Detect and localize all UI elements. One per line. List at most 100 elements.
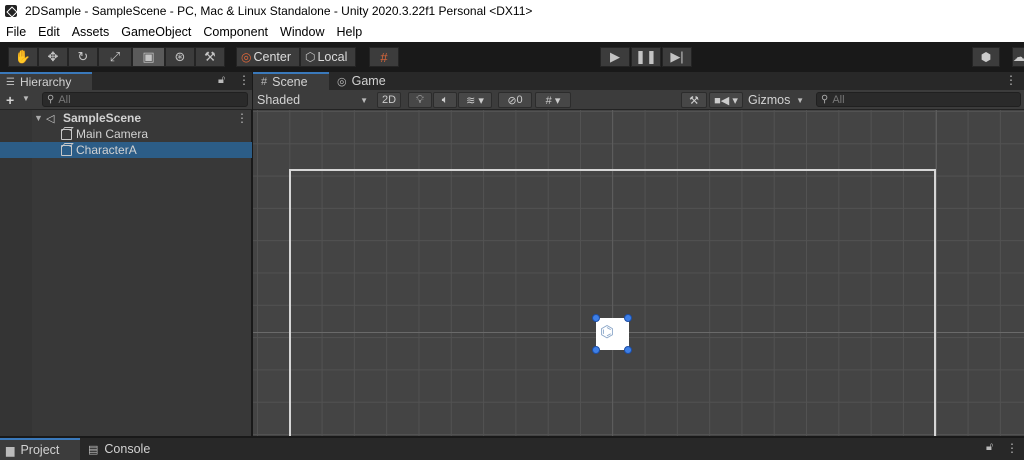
menu-window[interactable]: Window xyxy=(274,25,330,39)
hierarchy-item-label: Main Camera xyxy=(76,127,149,141)
lock-icon[interactable]: 🔓︎ xyxy=(986,441,993,454)
hierarchy-gutter xyxy=(0,110,32,436)
resize-handle-bottom-left[interactable] xyxy=(592,346,600,354)
move-icon: ✥ xyxy=(47,49,59,64)
local-cube-icon: ⬡ xyxy=(305,50,316,64)
scene-controls-bar: Shaded ▼ 2D 💡︎ 🔈︎ ≋ ▾ ⊘ 0 # ▾ ⚒ ■◀ ▾ Giz… xyxy=(253,90,1024,110)
expand-arrow-icon[interactable]: ▼ xyxy=(34,113,43,123)
menu-help[interactable]: Help xyxy=(330,25,368,39)
more-options-icon[interactable]: ⋮ xyxy=(1006,441,1018,455)
effects-dropdown[interactable]: ≋ ▾ xyxy=(458,92,492,108)
play-button[interactable]: ▶ xyxy=(600,47,630,67)
gameobject-cube-icon xyxy=(61,128,72,140)
window-title-bar: 2DSample - SampleScene - PC, Mac & Linux… xyxy=(0,0,1024,22)
hierarchy-item-label: CharacterA xyxy=(76,143,137,157)
eye-slash-icon: ⊘ xyxy=(507,94,517,107)
pause-button[interactable]: ❚❚ xyxy=(631,47,661,67)
speaker-icon: 🔈︎ xyxy=(441,93,449,106)
pivot-local-button[interactable]: ⬡ Local xyxy=(300,47,356,67)
custom-tool-button[interactable]: ⚒ xyxy=(195,47,225,67)
tools-button[interactable]: ⚒ xyxy=(681,92,707,108)
audio-toggle-button[interactable]: 🔈︎ xyxy=(433,92,457,108)
grid-dropdown[interactable]: # ▾ xyxy=(535,92,571,108)
add-object-button[interactable]: + xyxy=(6,92,14,108)
rect-icon: ▣ xyxy=(142,49,155,64)
shading-mode-value: Shaded xyxy=(257,93,301,107)
toggle-2d-button[interactable]: 2D xyxy=(377,92,401,108)
hierarchy-tab-bar: ☰ Hierarchy 🔓︎ ⋮ xyxy=(0,72,252,90)
menu-assets[interactable]: Assets xyxy=(66,25,116,39)
console-tab-label: Console xyxy=(104,442,151,456)
pivot-label: Center xyxy=(253,50,292,64)
tab-console[interactable]: ▤ Console xyxy=(82,438,162,460)
menu-gameobject[interactable]: GameObject xyxy=(115,25,197,39)
grid-snap-icon: # xyxy=(380,49,388,65)
more-options-icon[interactable]: ⋮ xyxy=(238,73,250,87)
gamepad-icon: ◎ xyxy=(337,75,347,88)
hierarchy-search-input[interactable]: ⚲ All xyxy=(42,92,248,107)
resize-handle-bottom-right[interactable] xyxy=(624,346,632,354)
hierarchy-tab-label: Hierarchy xyxy=(19,75,72,89)
sprite-gizmo-icon: ⌬ xyxy=(600,324,614,341)
bottom-panel: ▆ Project ▤ Console 🔓︎ ⋮ xyxy=(0,436,1024,460)
camera-dropdown[interactable]: ■◀ ▾ xyxy=(709,92,743,108)
hierarchy-item-charactera[interactable]: CharacterA xyxy=(0,142,252,158)
project-tab-label: Project xyxy=(20,443,60,457)
hidden-count: 0 xyxy=(516,94,523,106)
hierarchy-search-row: + ▼ ⚲ All xyxy=(0,90,252,110)
menu-edit[interactable]: Edit xyxy=(32,25,66,39)
lighting-toggle-button[interactable]: 💡︎ xyxy=(408,92,432,108)
toggle-2d-label: 2D xyxy=(381,94,397,106)
tab-scene[interactable]: # Scene xyxy=(253,72,329,90)
rotate-tool-button[interactable]: ↻ xyxy=(68,47,98,67)
collab-icon: ⬢ xyxy=(980,50,992,64)
step-icon: ▶| xyxy=(670,49,684,64)
lock-icon[interactable]: 🔓︎ xyxy=(218,74,225,87)
menu-component[interactable]: Component xyxy=(197,25,274,39)
resize-handle-top-left[interactable] xyxy=(592,314,600,322)
cloud-icon: ☁ xyxy=(1013,50,1024,64)
transform-tool-button[interactable]: ⊛ xyxy=(165,47,195,67)
hierarchy-search-placeholder: All xyxy=(58,93,71,106)
scene-name: SampleScene xyxy=(63,111,142,125)
tab-project[interactable]: ▆ Project xyxy=(0,438,80,460)
hand-tool-button[interactable]: ✋ xyxy=(8,47,38,67)
gizmos-dropdown[interactable]: Gizmos ▼ xyxy=(745,92,807,108)
console-icon: ▤ xyxy=(88,443,99,456)
pivot-center-button[interactable]: ◎ Center xyxy=(236,47,300,67)
tab-hierarchy[interactable]: ☰ Hierarchy xyxy=(0,72,92,90)
rect-tool-button[interactable]: ▣ xyxy=(132,47,165,67)
collab-button[interactable]: ⬢ xyxy=(972,47,1000,67)
shading-mode-dropdown[interactable]: Shaded ▼ xyxy=(257,92,371,108)
lightbulb-icon: 💡︎ xyxy=(416,93,424,106)
hierarchy-item-main-camera[interactable]: Main Camera xyxy=(0,126,252,142)
rotate-icon: ↻ xyxy=(77,49,89,64)
menu-file[interactable]: File xyxy=(0,25,32,39)
scene-row[interactable]: ▼ ◁ SampleScene ⋮ xyxy=(0,110,252,126)
game-tab-label: Game xyxy=(351,74,386,88)
account-button[interactable]: ☁ xyxy=(1012,47,1024,67)
resize-handle-top-right[interactable] xyxy=(624,314,632,322)
tab-game[interactable]: ◎ Game xyxy=(329,72,399,90)
scene-viewport[interactable]: ⌬ xyxy=(253,110,1024,436)
chevron-down-icon[interactable]: ▼ xyxy=(22,94,30,103)
pivot-icon: ◎ xyxy=(241,50,252,64)
scene-tab-label: Scene xyxy=(272,75,308,89)
move-tool-button[interactable]: ✥ xyxy=(38,47,68,67)
scale-tool-button[interactable]: ⤢ xyxy=(98,47,132,67)
hidden-objects-toggle[interactable]: ⊘ 0 xyxy=(498,92,532,108)
step-button[interactable]: ▶| xyxy=(662,47,692,67)
scale-icon: ⤢ xyxy=(109,49,121,64)
scene-more-icon[interactable]: ⋮ xyxy=(236,111,248,125)
scene-search-input[interactable]: ⚲ All xyxy=(816,92,1021,107)
grid-snap-button[interactable]: # xyxy=(369,47,399,67)
camera-bounds xyxy=(289,169,936,436)
charactera-sprite[interactable]: ⌬ xyxy=(596,318,629,350)
list-icon: ☰ xyxy=(6,76,15,88)
unity-scene-icon: ◁ xyxy=(46,112,55,125)
chevron-down-icon: ▼ xyxy=(360,95,368,105)
scene-more-options-icon[interactable]: ⋮ xyxy=(1005,73,1017,87)
tools-icon: ⚒ xyxy=(689,94,699,107)
play-icon: ▶ xyxy=(610,49,620,64)
grid-visibility-icon: # ▾ xyxy=(545,94,561,107)
